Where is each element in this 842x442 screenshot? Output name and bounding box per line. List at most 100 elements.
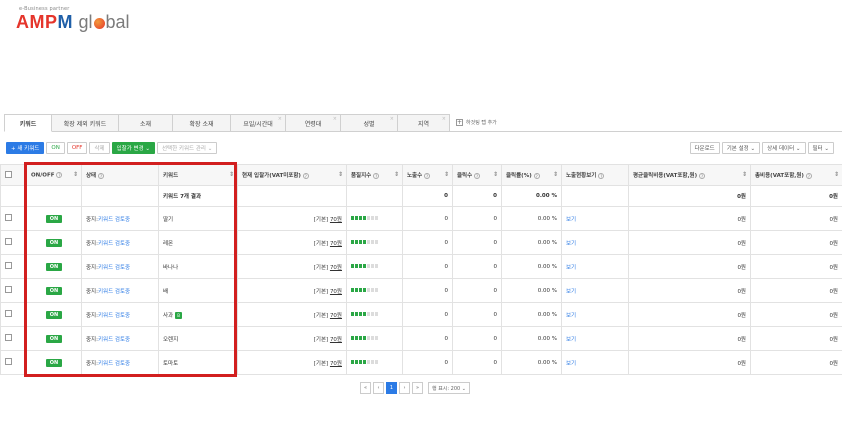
rows-per-page-select[interactable]: 행 표시: 200 ⌄: [428, 382, 470, 394]
help-icon[interactable]: ?: [474, 172, 481, 179]
tab-item[interactable]: 소재: [119, 114, 173, 132]
tab-item[interactable]: 확장 소재: [173, 114, 231, 132]
sort-icon[interactable]: ⇕: [394, 171, 399, 178]
row-checkbox[interactable]: [5, 262, 12, 269]
bid-change-dropdown[interactable]: 입찰가 변경 ⌄: [111, 142, 155, 154]
status-link[interactable]: 키워드 검토중: [98, 241, 130, 247]
prev-page-button[interactable]: ‹: [373, 382, 384, 394]
filter-dropdown[interactable]: 필터 ⌄: [807, 142, 834, 154]
close-icon[interactable]: ×: [278, 116, 282, 122]
col-bid[interactable]: 현재 입찰가(VAT미포함) ? ⇕: [237, 164, 347, 186]
help-icon[interactable]: ?: [699, 172, 706, 179]
close-icon[interactable]: ×: [442, 116, 446, 122]
on-button[interactable]: ON: [46, 142, 65, 154]
next-page-button[interactable]: ›: [399, 382, 410, 394]
view-exposure-link[interactable]: 보기: [566, 361, 576, 367]
close-icon[interactable]: ×: [390, 116, 394, 122]
onoff-toggle[interactable]: ON: [45, 334, 63, 343]
sort-icon[interactable]: ⇕: [553, 171, 558, 178]
help-icon[interactable]: ?: [373, 172, 380, 179]
view-exposure-link[interactable]: 보기: [566, 337, 576, 343]
row-checkbox[interactable]: [5, 214, 12, 221]
col-onoff[interactable]: ON/OFF ? ⇕: [26, 164, 82, 186]
row-checkbox[interactable]: [5, 358, 12, 365]
quality-segment: [359, 312, 362, 316]
col-keyword[interactable]: 키워드 ⇕: [158, 164, 238, 186]
col-avg-cpc[interactable]: 평균클릭비용(VAT포함,원) ? ⇕: [628, 164, 751, 186]
help-icon[interactable]: ?: [424, 172, 431, 179]
view-exposure-link[interactable]: 보기: [566, 313, 576, 319]
help-icon[interactable]: ?: [805, 172, 812, 179]
help-icon[interactable]: ?: [533, 172, 540, 179]
delete-button[interactable]: 삭제: [89, 142, 110, 154]
select-all-checkbox[interactable]: [5, 170, 12, 178]
view-exposure-link[interactable]: 보기: [566, 217, 576, 223]
keyword-badge-icon: B: [175, 311, 183, 319]
onoff-toggle[interactable]: ON: [45, 214, 63, 223]
bid-value-link[interactable]: 70원: [330, 337, 342, 343]
col-impressions[interactable]: 노출수 ? ⇕: [402, 164, 453, 186]
detail-data-dropdown[interactable]: 상세 데이터 ⌄: [762, 142, 806, 154]
bid-value-link[interactable]: 70원: [330, 241, 342, 247]
sort-icon[interactable]: ⇕: [444, 171, 449, 178]
bid-value-link[interactable]: 70원: [330, 313, 342, 319]
view-exposure-link[interactable]: 보기: [566, 265, 576, 271]
help-icon[interactable]: ?: [56, 171, 63, 178]
sort-icon[interactable]: ⇕: [493, 171, 498, 178]
sort-icon[interactable]: ⇕: [742, 171, 747, 178]
view-exposure-link[interactable]: 보기: [566, 289, 576, 295]
status-link[interactable]: 키워드 검토중: [98, 361, 130, 367]
help-icon[interactable]: ?: [598, 172, 605, 179]
sort-icon[interactable]: ⇕: [73, 171, 78, 178]
tab-item[interactable]: 확장 제외 키워드: [52, 114, 119, 132]
status-link[interactable]: 키워드 검토중: [98, 289, 130, 295]
onoff-toggle[interactable]: ON: [45, 286, 63, 295]
close-icon[interactable]: ×: [333, 116, 337, 122]
col-status[interactable]: 상태 ?: [81, 164, 159, 186]
quality-segment: [371, 312, 374, 316]
tab-item[interactable]: 지역 ×: [398, 114, 450, 132]
download-button[interactable]: 다운로드: [689, 142, 720, 154]
view-exposure-link[interactable]: 보기: [566, 241, 576, 247]
tab-item[interactable]: 키워드: [4, 114, 52, 132]
new-keyword-button[interactable]: + 새 키워드: [6, 142, 45, 154]
col-view-exposure[interactable]: 노출현황보기 ?: [561, 164, 629, 186]
onoff-toggle[interactable]: ON: [45, 358, 63, 367]
last-page-button[interactable]: »: [412, 382, 423, 394]
status-link[interactable]: 키워드 검토중: [98, 217, 130, 223]
quality-segment: [375, 312, 378, 316]
row-checkbox[interactable]: [5, 286, 12, 293]
onoff-toggle[interactable]: ON: [45, 238, 63, 247]
basic-settings-dropdown[interactable]: 기본 설정 ⌄: [721, 142, 761, 154]
add-tab-button[interactable]: + 하것팅 탭 추가: [450, 114, 497, 131]
status-link[interactable]: 키워드 검토중: [98, 337, 130, 343]
tab-item[interactable]: 연령대 ×: [286, 114, 341, 132]
col-quality[interactable]: 품질지수 ? ⇕: [346, 164, 403, 186]
tab-item[interactable]: 요일/시간대 ×: [231, 114, 286, 132]
bid-value-link[interactable]: 70원: [330, 217, 342, 223]
sort-icon[interactable]: ⇕: [834, 171, 839, 178]
ctr-cell: 0.00 %: [501, 206, 562, 231]
bid-value-link[interactable]: 70원: [330, 265, 342, 271]
first-page-button[interactable]: «: [360, 382, 371, 394]
onoff-toggle[interactable]: ON: [45, 310, 63, 319]
row-checkbox[interactable]: [5, 238, 12, 245]
help-icon[interactable]: ?: [302, 172, 309, 179]
sort-icon[interactable]: ⇕: [338, 171, 343, 178]
col-ctr[interactable]: 클릭률(%) ? ⇕: [501, 164, 562, 186]
col-clicks[interactable]: 클릭수 ? ⇕: [452, 164, 502, 186]
selected-keyword-manage-dropdown[interactable]: 선택한 키워드 관리 ⌄: [157, 142, 218, 154]
tab-item[interactable]: 성별 ×: [341, 114, 398, 132]
onoff-toggle[interactable]: ON: [45, 262, 63, 271]
row-checkbox[interactable]: [5, 310, 12, 317]
off-button[interactable]: OFF: [66, 142, 88, 154]
sort-icon[interactable]: ⇕: [229, 171, 234, 178]
help-icon[interactable]: ?: [98, 172, 105, 179]
col-total-cost[interactable]: 총비용(VAT포함,원) ? ⇕: [750, 164, 842, 186]
page-1-button[interactable]: 1: [386, 382, 397, 394]
row-checkbox[interactable]: [5, 334, 12, 341]
bid-value-link[interactable]: 70원: [330, 361, 342, 367]
status-link[interactable]: 키워드 검토중: [98, 265, 130, 271]
status-link[interactable]: 키워드 검토중: [98, 313, 130, 319]
bid-value-link[interactable]: 70원: [330, 289, 342, 295]
